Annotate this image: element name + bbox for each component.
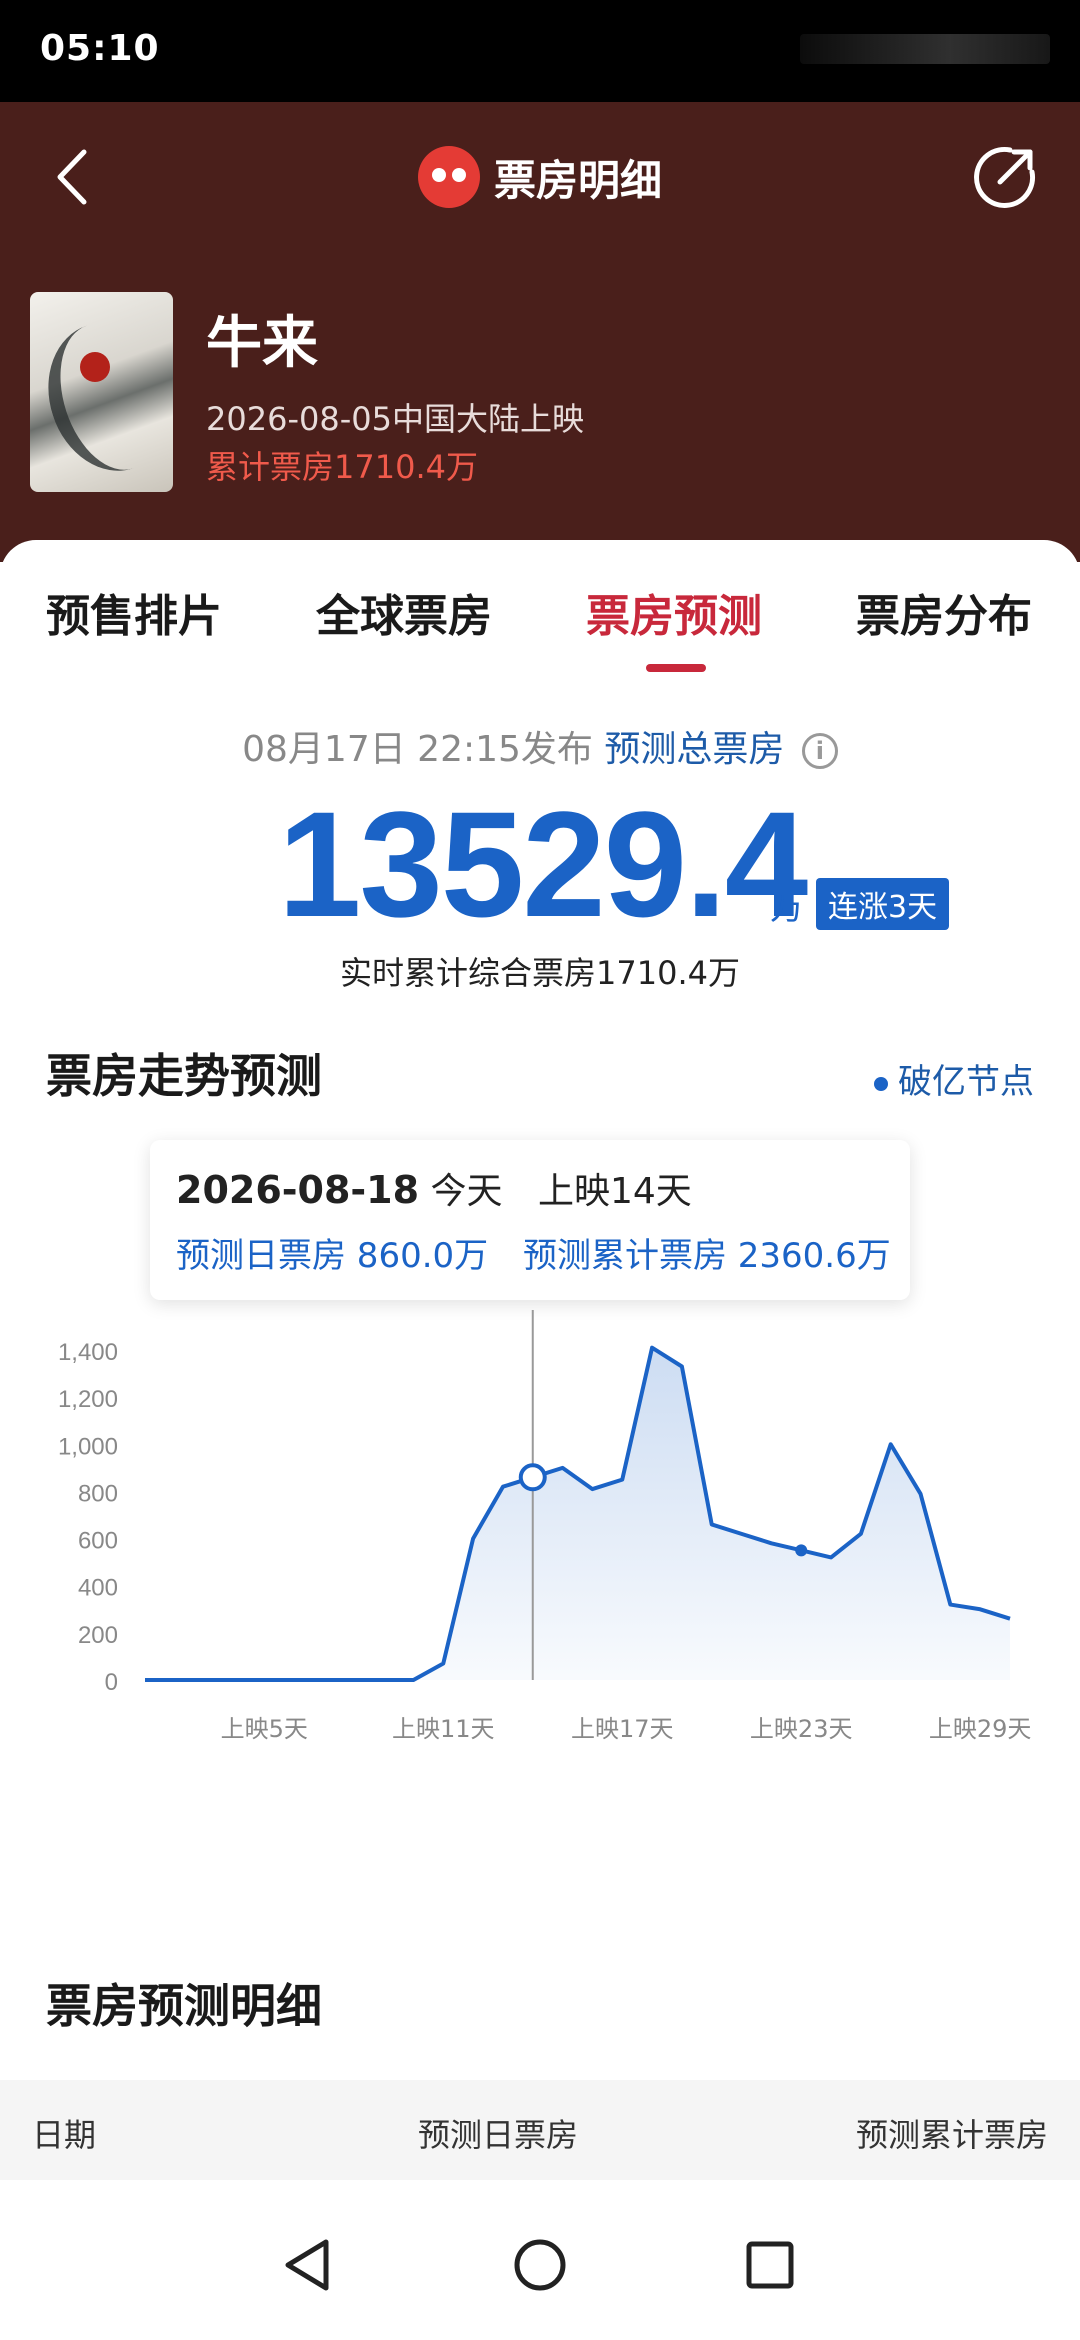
y-tick-label: 0 bbox=[105, 1669, 118, 1696]
maoyan-cat-logo bbox=[417, 146, 480, 208]
forecast-total-value: 13529.4 bbox=[278, 780, 808, 948]
y-tick-label: 1,400 bbox=[58, 1339, 118, 1366]
header: 票房明细 牛来 2026-08-05中国大陆上映 累计票房1710.4万 bbox=[0, 102, 1080, 562]
publish-time: 08月17日 22:15发布 bbox=[242, 729, 593, 770]
detail-table-header: 日期 预测日票房 预测累计票房 bbox=[0, 2080, 1080, 2180]
tooltip-cumulative: 预测累计票房 2360.6万 bbox=[522, 1236, 891, 1276]
active-tab-indicator bbox=[646, 664, 706, 672]
y-tick-label: 1,200 bbox=[58, 1386, 118, 1413]
box-office-trend-chart[interactable]: 1,400 1,200 1,000 800 600 400 200 0 上映5天 上映11天 上映1… bbox=[0, 1310, 1080, 1830]
trend-title: 票房走势预测 bbox=[46, 1049, 322, 1103]
realtime-box: 实时累计综合票房1710.4万 bbox=[340, 954, 740, 992]
tooltip-days: 上映14天 bbox=[538, 1171, 692, 1212]
publish-line: 08月17日 22:15发布 预测总票房 i bbox=[0, 720, 1080, 772]
status-bar: 05:10 bbox=[0, 0, 1080, 102]
column-daily: 预测日票房 bbox=[418, 2116, 579, 2154]
y-tick-label: 600 bbox=[78, 1528, 118, 1555]
area-fill bbox=[145, 1347, 1010, 1680]
tab-forecast[interactable]: 票房预测 bbox=[586, 580, 762, 644]
share-icon[interactable] bbox=[970, 142, 1040, 212]
page-title: 票房明细 bbox=[493, 155, 662, 205]
milestone-point bbox=[795, 1544, 808, 1557]
tab-distribution[interactable]: 票房分布 bbox=[856, 580, 1032, 644]
detail-title: 票房预测明细 bbox=[46, 1979, 322, 2033]
column-cumulative: 预测累计票房 bbox=[855, 2116, 1048, 2154]
y-tick-label: 200 bbox=[78, 1622, 118, 1649]
forecast-unit: 万 bbox=[770, 888, 804, 928]
tab-global-box[interactable]: 全球票房 bbox=[316, 580, 492, 644]
nav-back-icon[interactable] bbox=[274, 2230, 344, 2300]
status-time: 05:10 bbox=[40, 28, 160, 69]
header-title-group: 票房明细 bbox=[0, 142, 1080, 212]
movie-poster[interactable] bbox=[30, 292, 173, 492]
highlight-point bbox=[518, 1463, 547, 1492]
chart-tooltip: 2026-08-18 今天 上映14天 预测日票房 860.0万 预测累计票房 … bbox=[150, 1140, 910, 1300]
column-date: 日期 bbox=[32, 2116, 97, 2154]
movie-release-date: 2026-08-05中国大陆上映 bbox=[206, 400, 584, 438]
x-tick-label: 上映5天 bbox=[221, 1715, 308, 1743]
status-icons bbox=[800, 34, 1050, 64]
y-tick-label: 800 bbox=[78, 1480, 118, 1507]
rise-badge: 连涨3天 bbox=[816, 878, 950, 930]
tooltip-date: 2026-08-18 bbox=[176, 1168, 420, 1212]
nav-home-icon[interactable] bbox=[505, 2230, 575, 2300]
x-tick-label: 上映11天 bbox=[392, 1715, 495, 1743]
tooltip-daily: 预测日票房 860.0万 bbox=[176, 1236, 489, 1276]
system-nav-bar bbox=[0, 2190, 1080, 2340]
movie-cumulative-box: 累计票房1710.4万 bbox=[206, 448, 478, 486]
forecast-card: 预售排片 全球票房 票房预测 票房分布 08月17日 22:15发布 预测总票房… bbox=[0, 540, 1080, 2340]
x-tick-label: 上映17天 bbox=[571, 1715, 674, 1743]
x-tick-label: 上映23天 bbox=[750, 1715, 853, 1743]
tab-bar: 预售排片 全球票房 票房预测 票房分布 bbox=[0, 540, 1080, 680]
x-tick-label: 上映29天 bbox=[929, 1715, 1032, 1743]
y-tick-label: 400 bbox=[78, 1575, 118, 1602]
legend-label: 破亿节点 bbox=[898, 1062, 1034, 1102]
total-label: 预测总票房 bbox=[604, 729, 785, 770]
legend[interactable]: 破亿节点 bbox=[874, 1054, 1034, 1103]
info-icon[interactable]: i bbox=[801, 733, 838, 769]
movie-title: 牛来 bbox=[206, 311, 318, 376]
tab-presale[interactable]: 预售排片 bbox=[46, 580, 222, 644]
nav-recents-icon[interactable] bbox=[735, 2230, 805, 2300]
tooltip-today: 今天 bbox=[430, 1171, 503, 1212]
y-tick-label: 1,000 bbox=[58, 1433, 118, 1460]
legend-dot-icon bbox=[874, 1076, 888, 1091]
